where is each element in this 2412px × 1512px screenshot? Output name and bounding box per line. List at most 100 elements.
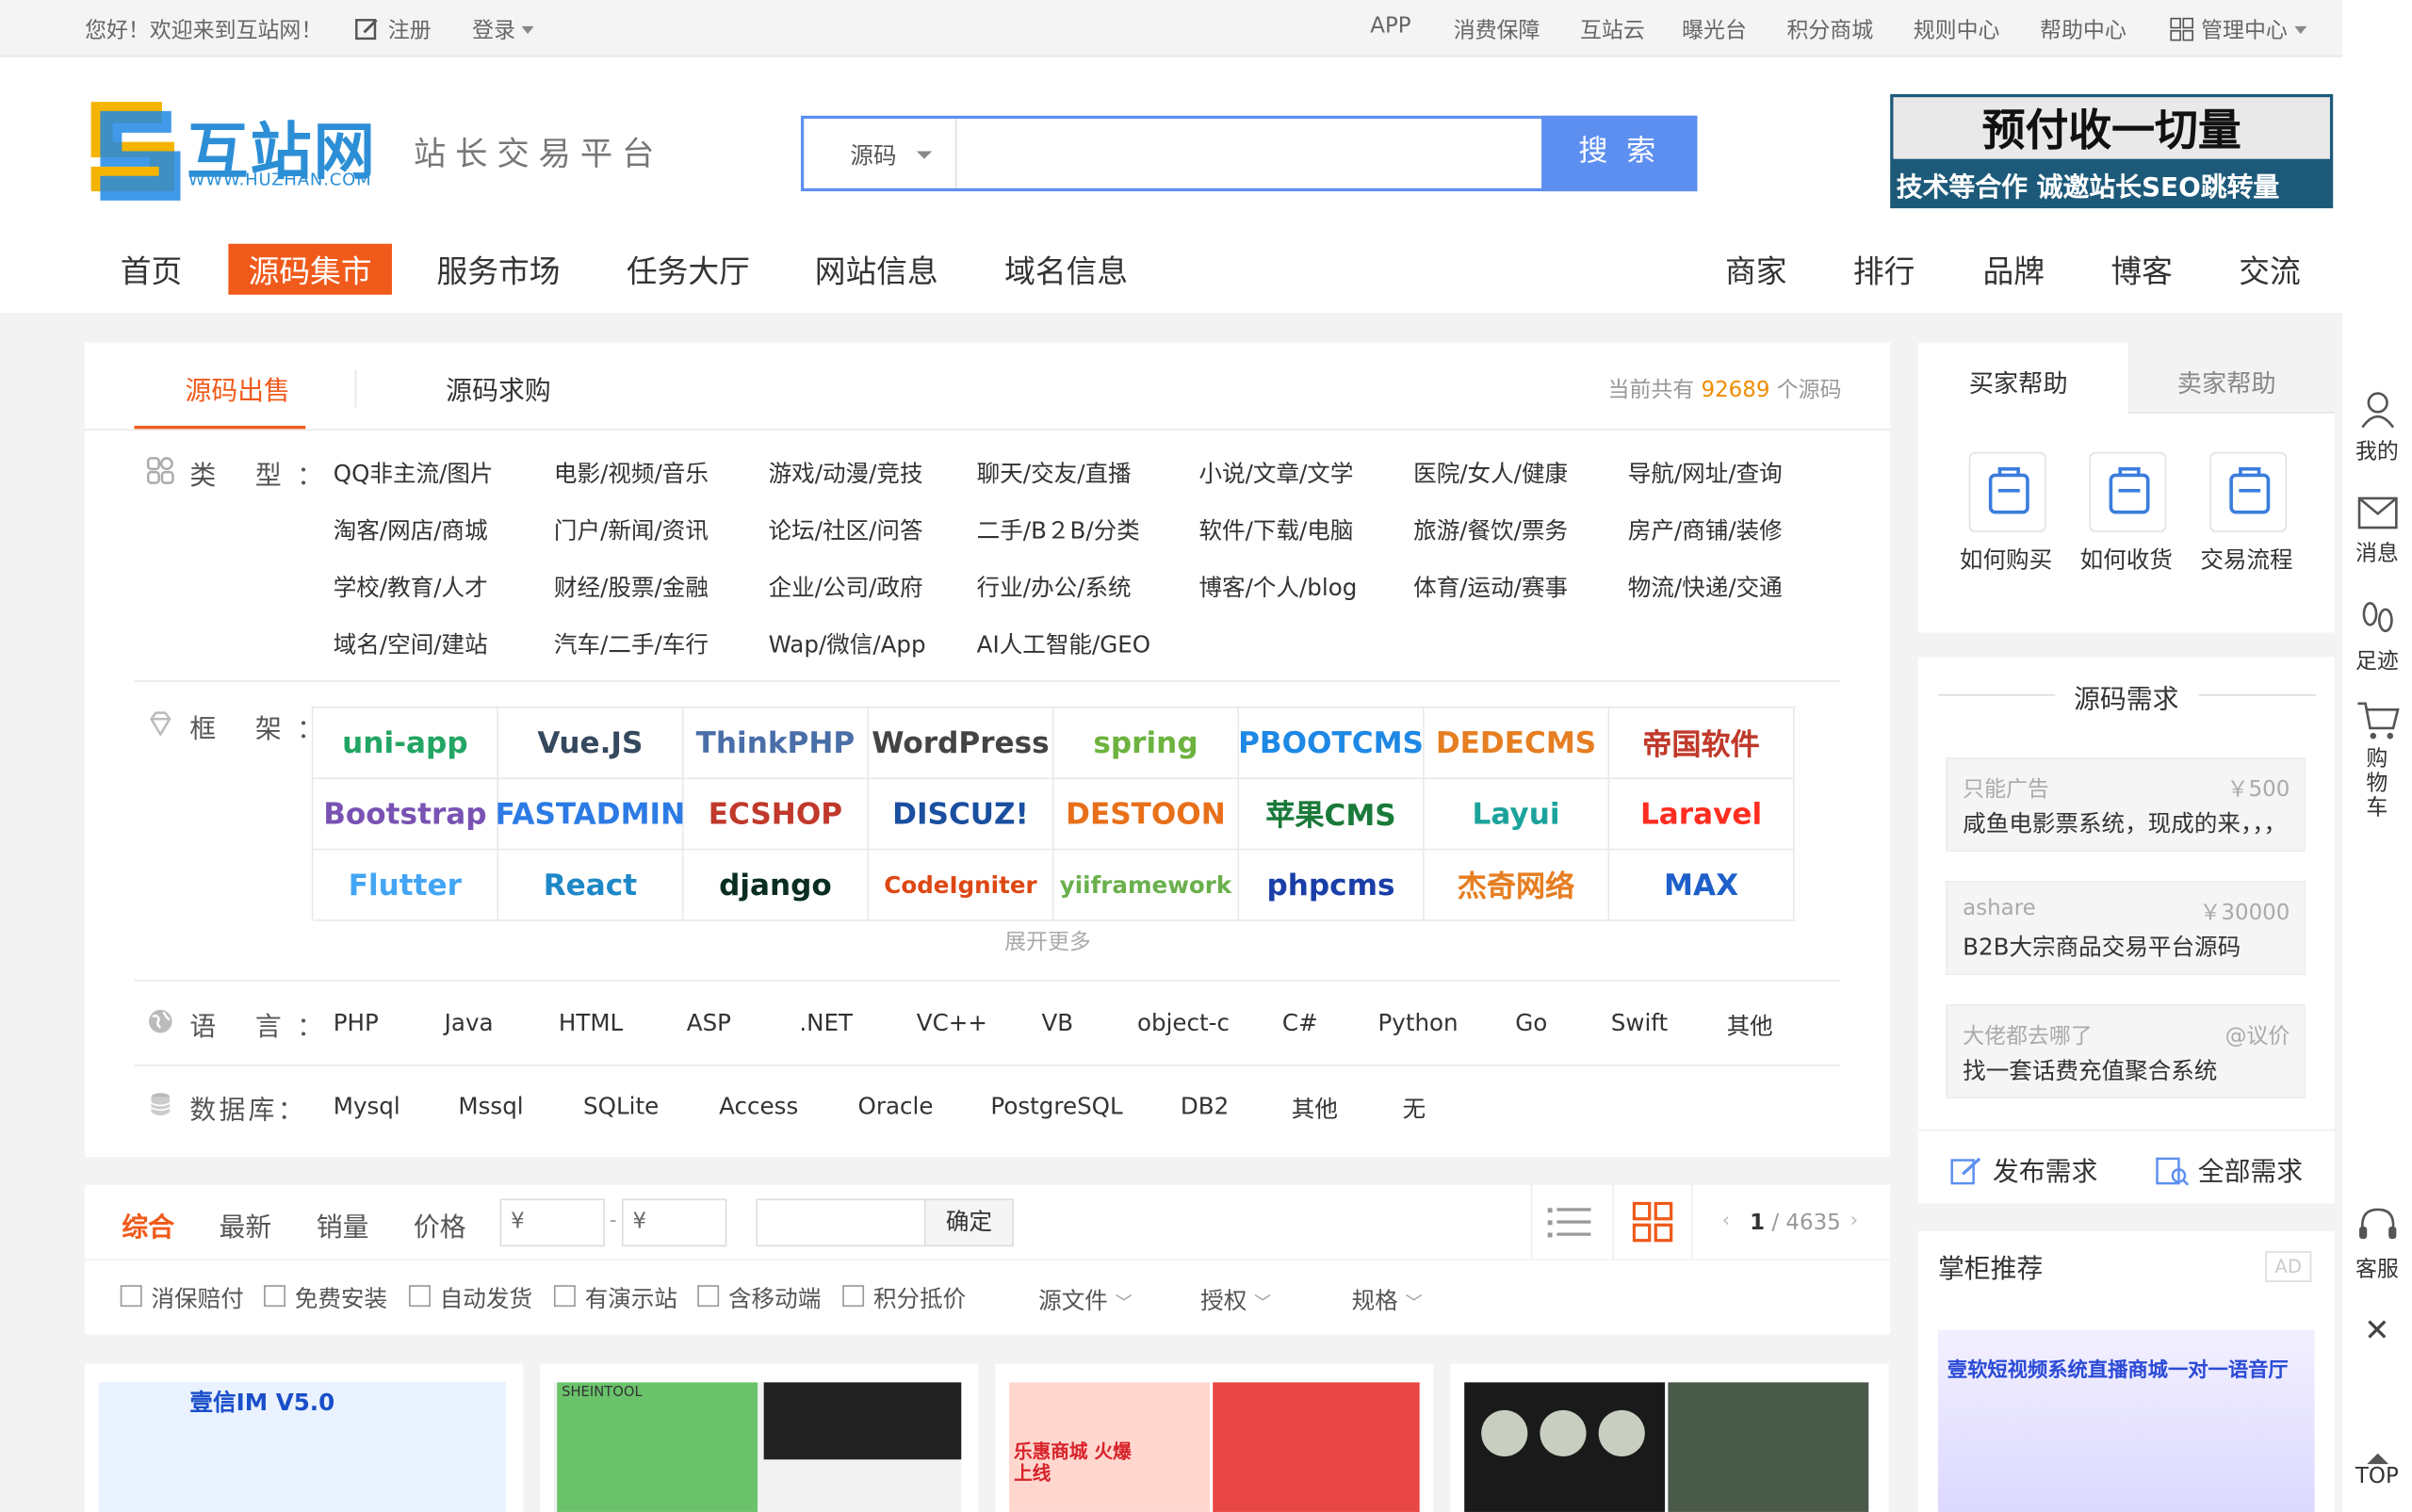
nav-blog[interactable]: 博客 (2110, 247, 2173, 291)
source-file-dropdown[interactable]: 源文件 ﹀ (1038, 1284, 1133, 1316)
type-item[interactable]: 导航/网址/查询 (1628, 457, 1783, 489)
search-input[interactable] (966, 131, 1522, 178)
topbar-link-points-mall[interactable]: 积分商城 (1786, 14, 1873, 45)
topbar-link-rules[interactable]: 规则中心 (1914, 14, 2000, 45)
framework-logo[interactable]: React (497, 850, 684, 921)
framework-logo[interactable]: FASTADMIN (496, 779, 685, 851)
type-item[interactable]: 医院/女人/健康 (1413, 457, 1568, 489)
database-item[interactable]: DB2 (1181, 1092, 1229, 1119)
ad-banner[interactable]: 预付收一切量 技术等合作 诚邀站长SEO跳转量 (1890, 93, 2334, 209)
sidebar-messages[interactable]: 消息 (2342, 496, 2412, 567)
search-button[interactable]: 搜 索 (1541, 115, 1698, 192)
admin-center-dropdown[interactable]: 管理中心 (2170, 14, 2307, 45)
database-item[interactable]: Access (719, 1092, 798, 1119)
product-card[interactable]: 乐惠商城 火爆上线 (995, 1363, 1434, 1512)
type-item[interactable]: 物流/快递/交通 (1628, 571, 1783, 603)
type-item[interactable]: 博客/个人/blog (1198, 571, 1357, 603)
topbar-link-help[interactable]: 帮助中心 (2040, 14, 2127, 45)
grid-view-icon[interactable] (1632, 1201, 1674, 1244)
type-item[interactable]: 二手/B２B/分类 (977, 513, 1140, 545)
framework-logo[interactable]: DISCUZ! (869, 779, 1054, 851)
type-item[interactable]: 论坛/社区/问答 (769, 513, 923, 545)
language-item[interactable]: 其他 (1727, 1009, 1773, 1041)
framework-logo[interactable]: PBOOTCMS (1238, 707, 1425, 780)
framework-logo[interactable]: 杰奇网络 (1424, 850, 1610, 921)
language-item[interactable]: ASP (687, 1009, 731, 1036)
nav-home[interactable]: 首页 (121, 247, 183, 291)
database-item[interactable]: 其他 (1292, 1092, 1338, 1124)
type-item[interactable]: 门户/新闻/资讯 (554, 513, 709, 545)
keyword-input[interactable] (756, 1198, 926, 1247)
filter-checkbox[interactable] (120, 1285, 142, 1308)
framework-logo[interactable]: DESTOON (1053, 779, 1240, 851)
type-item[interactable]: 学校/教育/人才 (334, 571, 488, 603)
type-item[interactable]: 小说/文章/文学 (1198, 457, 1353, 489)
product-card[interactable]: 壹信IM V5.0 (85, 1363, 524, 1512)
type-item[interactable]: Wap/微信/App (769, 628, 926, 660)
database-item[interactable]: PostgreSQL (990, 1092, 1122, 1119)
nav-service-market[interactable]: 服务市场 (436, 247, 560, 291)
sort-price[interactable]: 价格 (414, 1205, 466, 1244)
sidebar-footprint[interactable]: 足迹 (2342, 598, 2412, 675)
framework-logo[interactable]: DEDECMS (1424, 707, 1610, 780)
help-item-label[interactable]: 交易流程 (2200, 543, 2292, 575)
search-category-select[interactable]: 源码 (850, 138, 896, 171)
nav-ranking[interactable]: 排行 (1853, 247, 1915, 291)
all-demands-button[interactable]: 全部需求 (2156, 1149, 2303, 1188)
nav-merchants[interactable]: 商家 (1725, 247, 1787, 291)
login-dropdown[interactable]: 登录 (472, 14, 535, 45)
type-item[interactable]: 财经/股票/金融 (554, 571, 709, 603)
close-icon[interactable]: ✕ (2342, 1311, 2412, 1348)
language-item[interactable]: .NET (799, 1009, 853, 1036)
framework-logo[interactable]: spring (1053, 707, 1240, 780)
tab-buyer-help[interactable]: 买家帮助 (1969, 363, 2068, 399)
type-item[interactable]: 电影/视频/音乐 (554, 457, 709, 489)
product-card[interactable] (1450, 1363, 1889, 1512)
language-item[interactable]: Java (445, 1009, 494, 1036)
database-item[interactable]: Mysql (334, 1092, 400, 1119)
filter-checkbox[interactable] (842, 1285, 865, 1308)
nav-source-market[interactable]: 源码集市 (228, 243, 392, 295)
filter-checkbox[interactable] (408, 1285, 431, 1308)
type-item[interactable]: 游戏/动漫/竞技 (769, 457, 923, 489)
list-view-icon[interactable] (1547, 1205, 1591, 1242)
product-card[interactable]: SHEINTOOL (540, 1363, 979, 1512)
framework-logo[interactable]: Flutter (313, 850, 498, 921)
language-item[interactable]: Python (1377, 1009, 1458, 1036)
box-icon[interactable] (2089, 451, 2167, 533)
type-item[interactable]: 软件/下载/电脑 (1198, 513, 1353, 545)
language-item[interactable]: PHP (334, 1009, 379, 1036)
language-item[interactable]: C# (1282, 1009, 1318, 1036)
language-item[interactable]: Swift (1611, 1009, 1668, 1036)
price-min-input[interactable]: ¥ (499, 1198, 605, 1247)
sidebar-top[interactable]: TOP (2342, 1453, 2412, 1488)
tab-seller-help[interactable]: 卖家帮助 (2177, 363, 2276, 399)
topbar-link-cloud[interactable]: 互站云 (1580, 14, 1645, 45)
framework-logo[interactable]: django (683, 850, 870, 921)
price-max-input[interactable]: ¥ (621, 1198, 727, 1247)
framework-logo[interactable]: Bootstrap (313, 779, 498, 851)
filter-checkbox[interactable] (697, 1285, 720, 1308)
flow-icon[interactable] (2209, 451, 2288, 533)
spec-dropdown[interactable]: 规格 ﹀ (1352, 1284, 1423, 1316)
type-item[interactable]: 旅游/餐饮/票务 (1413, 513, 1568, 545)
publish-demand-button[interactable]: 发布需求 (1950, 1149, 2097, 1188)
database-item[interactable]: Oracle (858, 1092, 934, 1119)
language-item[interactable]: VC++ (917, 1009, 987, 1036)
framework-logo[interactable]: Vue.JS (497, 707, 684, 780)
framework-logo[interactable]: CodeIgniter (869, 850, 1054, 921)
sort-sales[interactable]: 销量 (317, 1205, 369, 1244)
type-item[interactable]: QQ非主流/图片 (334, 457, 494, 489)
framework-logo[interactable]: MAX (1609, 850, 1795, 921)
nav-task-hall[interactable]: 任务大厅 (627, 247, 750, 291)
expand-more-link[interactable]: 展开更多 (1004, 926, 1091, 957)
type-item[interactable]: 企业/公司/政府 (769, 571, 923, 603)
framework-logo[interactable]: yiiframework (1053, 850, 1240, 921)
type-item[interactable]: 汽车/二手/车行 (554, 628, 709, 660)
nav-brands[interactable]: 品牌 (1982, 247, 2045, 291)
language-item[interactable]: Go (1515, 1009, 1547, 1036)
filter-checkbox[interactable] (264, 1285, 285, 1308)
framework-logo[interactable]: phpcms (1239, 850, 1425, 921)
sidebar-mine[interactable]: 我的 (2342, 389, 2412, 466)
framework-logo[interactable]: ECSHOP (683, 779, 870, 851)
